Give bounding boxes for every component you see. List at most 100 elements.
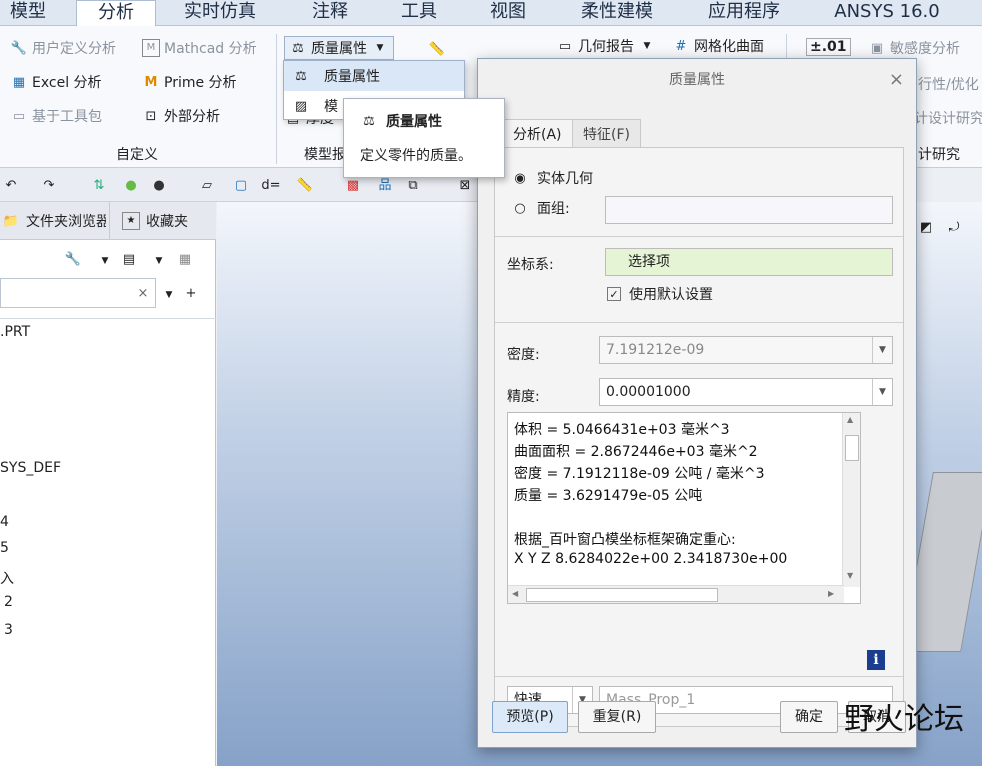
tree-item[interactable]: 5 <box>0 540 9 556</box>
tree-search-input[interactable] <box>0 278 156 308</box>
preview-button[interactable]: 预览(P) <box>492 701 568 733</box>
tab-analysis-dialog[interactable]: 分析(A) <box>502 119 573 150</box>
spin-icon[interactable]: ⤾ <box>945 218 963 236</box>
scroll-down-icon[interactable]: ▼ <box>847 571 853 580</box>
prime-analysis-label: Prime 分析 <box>164 75 237 91</box>
view-icon[interactable]: ◩ <box>917 218 935 236</box>
quilt-field[interactable] <box>605 196 893 224</box>
sensitivity-analysis-button[interactable]: ▣ 敏感度分析 <box>868 38 960 58</box>
tab-tools[interactable]: 工具 <box>384 0 454 26</box>
redo-icon[interactable]: ↷ <box>40 176 58 194</box>
external-analysis-button[interactable]: ⊡ 外部分析 <box>142 106 220 126</box>
results-box[interactable]: 体积 = 5.0466431e+03 毫米^3 曲面面积 = 2.8672446… <box>507 412 861 604</box>
coord-system-field[interactable]: 选择项 <box>605 248 893 276</box>
menu-item-mass-properties-label: 质量属性 <box>324 69 380 85</box>
undo-icon[interactable]: ↶ <box>2 176 20 194</box>
add-icon[interactable]: + <box>182 284 200 302</box>
regenerate-icon[interactable]: ⇅ <box>90 176 108 194</box>
ruler-icon[interactable]: 📏 <box>296 176 314 194</box>
tree-item[interactable]: .PRT <box>0 324 30 340</box>
sphere-icon[interactable]: ● <box>122 176 140 194</box>
horizontal-scrollbar[interactable]: ◀ ▶ <box>508 585 844 603</box>
tree-item[interactable]: 3 <box>4 622 13 638</box>
tooltip-description: 定义零件的质量。 <box>360 148 472 164</box>
mass-properties-button[interactable]: ⚖ 质量属性 ▼ <box>284 36 394 60</box>
dialog-title: 质量属性 <box>478 59 916 101</box>
tab-folder-browser[interactable]: 📁 文件夹浏览器 <box>0 202 110 240</box>
tab-favorites[interactable]: ★ 收藏夹 <box>122 202 188 240</box>
result-line: 体积 = 5.0466431e+03 毫米^3 <box>514 422 730 438</box>
design-study-group-label: 计研究 <box>918 147 960 163</box>
close-icon[interactable]: × <box>889 69 904 90</box>
dimension-icon[interactable]: d= <box>261 176 280 194</box>
model-icon: ▨ <box>294 98 308 114</box>
excel-analysis-button[interactable]: ▦ Excel 分析 <box>10 72 102 92</box>
chevron-down-icon[interactable]: ▼ <box>96 252 114 270</box>
tree-item[interactable]: 4 <box>0 514 9 530</box>
use-default-checkbox[interactable]: ✓ 使用默认设置 <box>607 284 713 304</box>
window-icon[interactable]: ⧉ <box>404 176 422 194</box>
scale-icon: ⚖ <box>295 68 307 84</box>
toolkit-analysis-label: 基于工具包 <box>32 109 102 125</box>
info-icon[interactable]: i <box>867 650 885 670</box>
tab-feature[interactable]: 特征(F) <box>572 119 641 149</box>
quilt-radio[interactable]: ○ 面组: <box>511 198 569 218</box>
mathcad-analysis-button[interactable]: M Mathcad 分析 <box>142 38 257 58</box>
vertical-scrollbar[interactable]: ▲ ▼ <box>842 413 860 587</box>
tooltip-title: ⚖ 质量属性 <box>360 111 442 131</box>
box-icon[interactable]: ▢ <box>232 176 250 194</box>
chevron-down-icon[interactable]: ▼ <box>160 286 178 304</box>
scroll-right-icon[interactable]: ▶ <box>828 589 834 598</box>
layer-icon[interactable]: 品 <box>376 176 394 194</box>
chevron-down-icon: ▼ <box>872 337 892 363</box>
filter-icon[interactable]: ▦ <box>176 250 194 268</box>
chevron-down-icon[interactable]: ▼ <box>150 252 168 270</box>
chevron-down-icon: ▼ <box>376 42 384 53</box>
menu-item-mass-properties[interactable]: ⚖ 质量属性 <box>284 61 464 91</box>
scrollbar-thumb[interactable] <box>526 588 718 602</box>
feasibility-button[interactable]: 行性/优化 <box>918 74 979 94</box>
close-window-icon[interactable]: ⊠ <box>456 176 474 194</box>
tab-model[interactable]: 模型 <box>0 0 56 26</box>
scroll-left-icon[interactable]: ◀ <box>512 589 518 598</box>
mesh-surface-button[interactable]: # 网格化曲面 <box>672 36 764 56</box>
tab-favorites-label: 收藏夹 <box>146 214 188 230</box>
tab-view[interactable]: 视图 <box>476 0 540 26</box>
radio-unselected-icon: ○ <box>514 200 526 216</box>
tree-item[interactable]: 入 <box>0 568 14 588</box>
tab-ansys[interactable]: ANSYS 16.0 <box>818 0 956 26</box>
tree-item[interactable]: SYS_DEF <box>0 460 61 476</box>
tolerance-button[interactable]: ±.01 <box>806 38 851 56</box>
ruler-icon-button[interactable]: 📏 <box>428 40 446 58</box>
section-divider <box>495 322 903 323</box>
chevron-down-icon[interactable]: ▼ <box>872 379 892 405</box>
scrollbar-thumb[interactable] <box>845 435 859 461</box>
repeat-button[interactable]: 重复(R) <box>578 701 656 733</box>
toolkit-analysis-button[interactable]: ▭ 基于工具包 <box>10 106 102 126</box>
toolkit-icon: ▭ <box>12 108 26 124</box>
tree-item[interactable]: 2 <box>4 594 13 610</box>
plane-icon[interactable]: ▱ <box>198 176 216 194</box>
shading-icon[interactable]: ● <box>150 176 168 194</box>
tree-icon[interactable]: ▤ <box>120 250 138 268</box>
prime-analysis-button[interactable]: M Prime 分析 <box>142 72 237 92</box>
clear-icon[interactable]: × <box>134 284 152 302</box>
tab-annotate[interactable]: 注释 <box>290 0 370 26</box>
ok-button[interactable]: 确定 <box>780 701 838 733</box>
tab-apps[interactable]: 应用程序 <box>694 0 794 26</box>
sensitivity-label: 敏感度分析 <box>890 41 960 57</box>
tab-flexible[interactable]: 柔性建模 <box>562 0 672 26</box>
color-icon[interactable]: ▩ <box>344 176 362 194</box>
solid-geometry-radio[interactable]: ◉ 实体几何 <box>511 168 593 188</box>
tab-analysis[interactable]: 分析 <box>76 0 156 27</box>
mesh-surface-label: 网格化曲面 <box>694 39 764 55</box>
geometry-report-button[interactable]: ▭ 几何报告 ▼ <box>556 36 656 56</box>
solid-geometry-label: 实体几何 <box>537 171 593 187</box>
mass-properties-label: 质量属性 <box>311 41 367 57</box>
settings-icon[interactable]: 🔧 <box>64 250 82 268</box>
user-defined-analysis-button[interactable]: 🔧 用户定义分析 <box>10 38 116 58</box>
precision-field[interactable]: 0.00001000 ▼ <box>599 378 893 406</box>
design-study-button[interactable]: 计设计研究 <box>914 108 982 128</box>
scroll-up-icon[interactable]: ▲ <box>847 415 853 424</box>
tab-simulation[interactable]: 实时仿真 <box>170 0 270 26</box>
